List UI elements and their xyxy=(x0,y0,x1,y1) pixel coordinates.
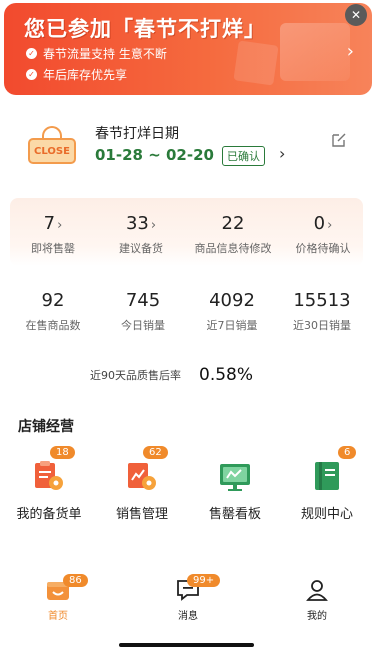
check-circle-icon: ✓ xyxy=(26,48,37,59)
notification-badge: 62 xyxy=(143,446,168,459)
edit-icon[interactable] xyxy=(331,132,347,148)
holiday-title: 春节打烊日期 xyxy=(95,126,179,142)
stat-label: 近7日销量 xyxy=(206,319,258,332)
tab-label: 首页 xyxy=(48,611,68,622)
banner-chart-graphic xyxy=(280,23,350,81)
rules-center-button[interactable]: 6 规则中心 xyxy=(282,445,372,522)
stat-7day-sales: 4092 近7日销量 xyxy=(187,290,277,333)
stat-30day-sales: 15513 近30日销量 xyxy=(277,290,367,333)
notification-badge: 6 xyxy=(338,446,357,459)
banner-decoration xyxy=(233,40,279,86)
stat-price-to-confirm[interactable]: 0 › 价格待确认 xyxy=(278,213,368,256)
home-indicator xyxy=(119,643,254,647)
user-icon xyxy=(304,578,330,602)
sales-management-icon: 62 xyxy=(125,446,168,493)
stat-value: 0 xyxy=(313,213,326,234)
stat-label: 在售商品数 xyxy=(25,319,81,332)
stock-order-button[interactable]: 18 我的备货单 xyxy=(4,445,94,522)
stat-value: 22 xyxy=(221,213,245,234)
tool-label: 规则中心 xyxy=(300,507,353,522)
stat-value: 745 xyxy=(125,290,161,311)
status-badge: 已确认 xyxy=(222,146,265,166)
tab-label: 消息 xyxy=(178,611,198,622)
stat-value: 92 xyxy=(41,290,65,311)
stat-label: 建议备货 xyxy=(119,242,163,255)
tool-label: 销售管理 xyxy=(115,507,168,522)
message-icon: 99+ xyxy=(175,574,221,602)
soldout-board-icon xyxy=(218,459,252,493)
stat-value: 33 xyxy=(125,213,149,234)
home-shop-icon: 86 xyxy=(45,574,88,602)
stat-soon-soldout[interactable]: 7 › 即将售罄 xyxy=(8,213,98,256)
notification-badge: 99+ xyxy=(187,574,221,587)
stat-label: 近30日销量 xyxy=(293,319,351,332)
sales-management-button[interactable]: 62 销售管理 xyxy=(97,445,187,522)
notification-badge: 86 xyxy=(63,574,88,587)
tab-profile[interactable]: 我的 xyxy=(287,578,347,622)
rules-book-icon: 6 xyxy=(310,446,357,493)
banner-benefit-2: ✓ 年后库存优先享 xyxy=(26,66,127,83)
stat-label: 价格待确认 xyxy=(295,242,351,255)
stock-order-icon: 18 xyxy=(32,446,75,493)
tab-home[interactable]: 86 首页 xyxy=(28,574,88,622)
notification-badge: 18 xyxy=(50,446,75,459)
close-icon[interactable]: ✕ xyxy=(345,4,367,26)
tab-messages[interactable]: 99+ 消息 xyxy=(158,574,221,622)
stat-value: 4092 xyxy=(209,290,255,311)
tab-label: 我的 xyxy=(307,611,327,622)
stat-on-sale-count: 92 在售商品数 xyxy=(8,290,98,333)
stat-info-to-modify[interactable]: 22 商品信息待修改 xyxy=(188,213,278,256)
banner-benefit-1: ✓ 春节流量支持 生意不断 xyxy=(26,45,167,62)
stat-label: 即将售罄 xyxy=(31,242,75,255)
stat-label: 商品信息待修改 xyxy=(194,242,272,255)
stat-label: 今日销量 xyxy=(121,319,165,332)
quality-label: 近90天品质售后率 xyxy=(90,369,181,382)
banner-benefit-text: 春节流量支持 生意不断 xyxy=(43,47,167,61)
chevron-right-icon[interactable]: › xyxy=(279,144,285,163)
holiday-dates: 01-28 ~ 02-20 xyxy=(95,146,214,164)
stat-suggested-stock[interactable]: 33 › 建议备货 xyxy=(96,213,186,256)
closed-sign-text: CLOSE xyxy=(28,138,76,164)
chevron-right-icon: › xyxy=(57,218,63,233)
soldout-board-button[interactable]: 售罄看板 xyxy=(190,445,280,522)
banner-benefit-text: 年后库存优先享 xyxy=(43,68,128,82)
stat-value: 15513 xyxy=(293,290,351,311)
stat-today-sales: 745 今日销量 xyxy=(98,290,188,333)
quality-value: 0.58% xyxy=(199,365,254,385)
stat-value: 7 xyxy=(43,213,56,234)
section-title: 店铺经营 xyxy=(18,419,74,435)
promo-banner[interactable]: 您已参加「春节不打烊」 ✓ 春节流量支持 生意不断 ✓ 年后库存优先享 › xyxy=(4,3,372,95)
chevron-right-icon: › xyxy=(327,218,333,233)
banner-title: 您已参加「春节不打烊」 xyxy=(24,17,266,41)
chevron-right-icon[interactable]: › xyxy=(347,41,354,62)
chevron-right-icon: › xyxy=(150,218,157,233)
bottom-tab-bar: 86 首页 99+ 消息 我的 xyxy=(0,566,373,649)
tool-label: 售罄看板 xyxy=(208,507,261,522)
quality-aftersale-rate: 近90天品质售后率 0.58% xyxy=(90,365,253,385)
holiday-closure-section[interactable]: CLOSE 春节打烊日期 01-28 ~ 02-20 已确认 › xyxy=(0,108,373,184)
tool-label: 我的备货单 xyxy=(16,507,82,522)
closed-sign-icon: CLOSE xyxy=(28,126,76,166)
check-circle-icon: ✓ xyxy=(26,69,37,80)
